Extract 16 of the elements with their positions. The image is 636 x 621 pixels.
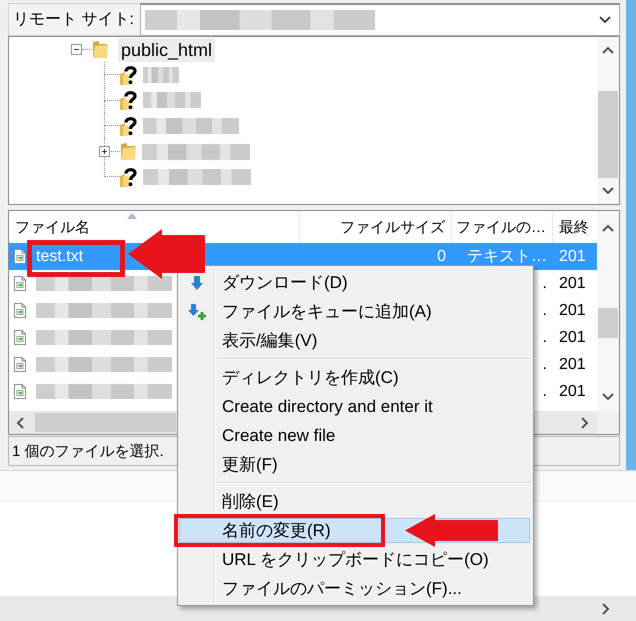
modified-date: 201 <box>559 274 586 292</box>
modified-date: 201 <box>559 356 586 374</box>
file-type: . <box>542 382 547 400</box>
file-type: . <box>542 356 547 374</box>
file-type: . <box>542 328 547 346</box>
modified-date: 201 <box>559 248 586 266</box>
file-type: . <box>542 274 547 292</box>
file-name: test.txt <box>36 248 84 266</box>
remote-site-label: リモート サイト: <box>8 3 140 36</box>
file-size: 0 <box>437 248 446 266</box>
modified-date: 201 <box>559 382 586 400</box>
file-type: テキスト… <box>467 247 547 267</box>
status-text: 1 個のファイルを選択. <box>12 442 164 460</box>
modified-date: 201 <box>559 302 586 320</box>
modified-date: 201 <box>559 328 586 346</box>
file-type: . <box>542 302 547 320</box>
